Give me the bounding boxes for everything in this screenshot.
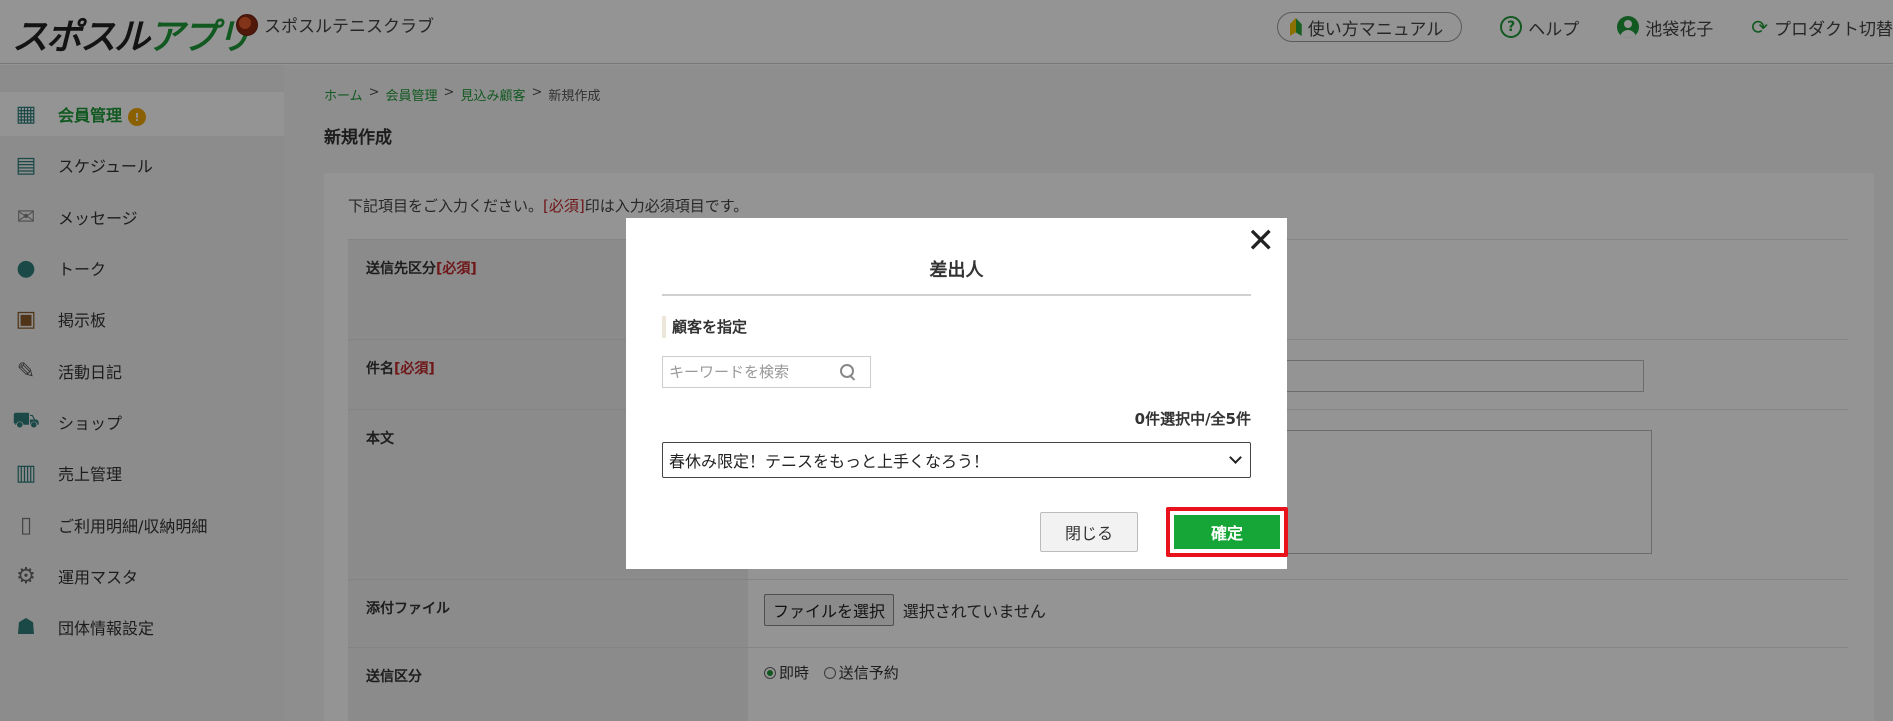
confirm-button[interactable]: 確定 [1174,515,1280,549]
selection-count: 0件選択中/全5件 [1134,410,1251,428]
keyword-search-input[interactable] [669,363,839,381]
close-button[interactable]: 閉じる [1040,512,1138,552]
modal-divider [662,294,1251,296]
search-icon[interactable] [839,363,857,381]
keyword-search-box[interactable] [662,356,871,388]
selected-option-text: 春休み限定！テニスをもっと上手くなろう！ [669,452,990,471]
close-icon[interactable]: ✕ [1247,224,1276,258]
modal-title: 差出人 [929,260,984,281]
chevron-down-icon [1229,451,1242,464]
sender-modal: ✕ 差出人 顧客を指定 0件選択中/全5件 春休み限定！テニスをもっと上手くなろ… [626,218,1288,569]
confirm-button-highlight: 確定 [1166,507,1288,557]
section-heading: 顧客を指定 [662,316,747,338]
customer-select[interactable]: 春休み限定！テニスをもっと上手くなろう！ [662,442,1251,478]
